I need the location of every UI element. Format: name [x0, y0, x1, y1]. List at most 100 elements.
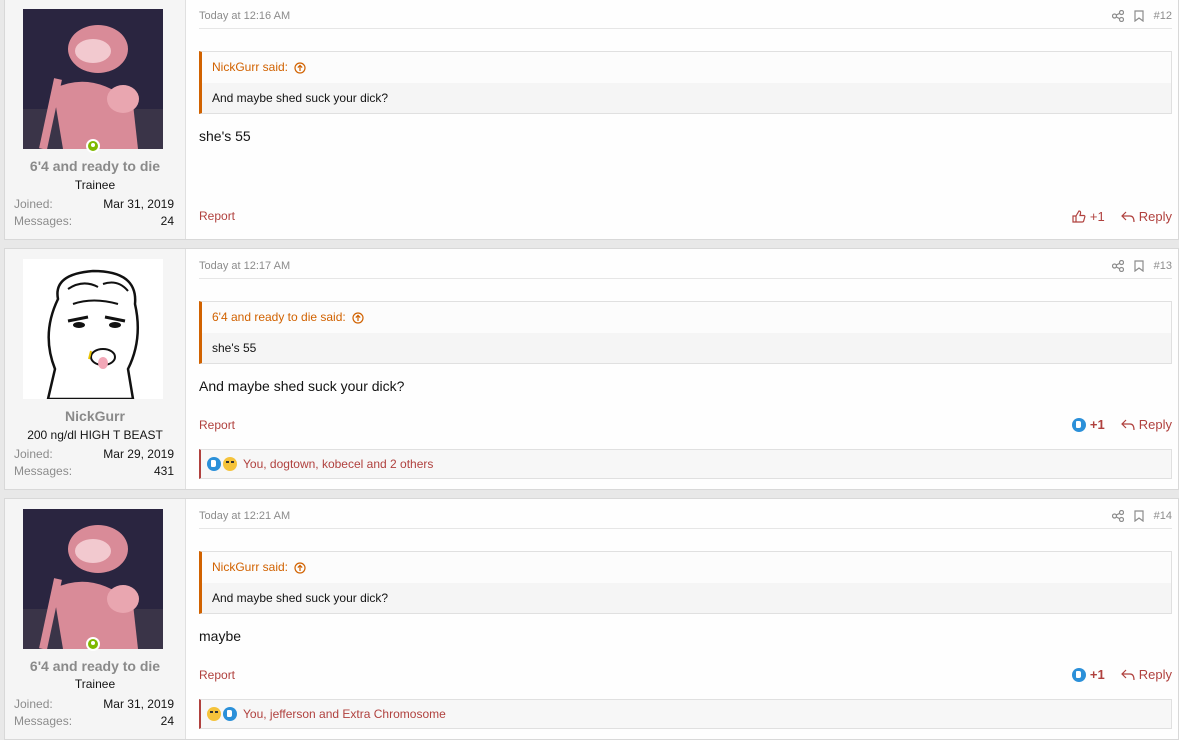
quote-header[interactable]: 6'4 and ready to die said:	[202, 302, 1171, 333]
like-label: +1	[1089, 417, 1105, 432]
report-link[interactable]: Report	[199, 418, 235, 432]
bookmark-icon[interactable]	[1134, 10, 1144, 22]
share-icon[interactable]	[1111, 260, 1124, 272]
username[interactable]: 6'4 and ready to die	[5, 158, 185, 174]
username[interactable]: 6'4 and ready to die	[5, 658, 185, 674]
reactions-bar[interactable]: You, jefferson and Extra Chromosome	[199, 699, 1172, 729]
user-cell: NickGurr 200 ng/dl HIGH T BEAST Joined: M…	[5, 249, 186, 489]
messages-count: 24	[160, 214, 174, 228]
reply-label: Reply	[1138, 417, 1172, 432]
like-reaction-icon	[207, 457, 221, 471]
quote-text: she's 55	[202, 333, 1171, 363]
post-text: maybe	[199, 628, 242, 644]
reply-label: Reply	[1138, 667, 1172, 682]
reply-icon	[1120, 669, 1135, 680]
quote-text: And maybe shed suck your dick?	[202, 83, 1171, 113]
user-title: Trainee	[74, 677, 116, 691]
avatar[interactable]	[23, 259, 163, 399]
post-text: she's 55	[199, 128, 251, 144]
post-number[interactable]: #12	[1154, 10, 1172, 22]
quote-author[interactable]: NickGurr said:	[212, 52, 288, 83]
reply-button[interactable]: Reply	[1120, 417, 1172, 432]
post-number[interactable]: #14	[1154, 510, 1172, 522]
post-meta: Today at 12:21 AM #14	[199, 510, 1172, 529]
joined-date: Mar 31, 2019	[103, 197, 174, 211]
avatar[interactable]	[23, 509, 163, 649]
like-label: +1	[1089, 209, 1105, 224]
messages-count: 24	[160, 714, 174, 728]
reactions-text[interactable]: You, jefferson and Extra Chromosome	[243, 707, 446, 721]
like-button[interactable]: +1	[1071, 667, 1105, 682]
share-icon[interactable]	[1111, 10, 1124, 22]
user-title: 200 ng/dl HIGH T BEAST	[27, 428, 163, 442]
reply-icon	[1120, 419, 1135, 430]
post-13: NickGurr 200 ng/dl HIGH T BEAST Joined: M…	[4, 248, 1179, 490]
post-main: Today at 12:17 AM #13 6'4 and ready to d…	[199, 249, 1172, 489]
post-time[interactable]: Today at 12:17 AM	[199, 260, 290, 272]
quote-header[interactable]: NickGurr said:	[202, 552, 1171, 583]
like-reaction-icon	[1071, 417, 1086, 432]
haha-reaction-icon	[223, 457, 237, 471]
reply-button[interactable]: Reply	[1120, 209, 1172, 224]
like-label: +1	[1089, 667, 1105, 682]
messages-label: Messages:	[14, 714, 73, 728]
arrow-up-circle-icon[interactable]	[294, 561, 306, 574]
joined-date: Mar 29, 2019	[103, 447, 174, 461]
post-actions: +1 Reply	[1071, 667, 1172, 682]
reply-icon	[1120, 211, 1135, 222]
post-time[interactable]: Today at 12:21 AM	[199, 510, 290, 522]
bookmark-icon[interactable]	[1134, 260, 1144, 272]
thumbs-up-icon	[1072, 210, 1086, 223]
username[interactable]: NickGurr	[5, 408, 185, 424]
user-cell: 6'4 and ready to die Trainee Joined: Mar …	[5, 499, 186, 739]
report-link[interactable]: Report	[199, 209, 235, 223]
quote-author[interactable]: 6'4 and ready to die said:	[212, 302, 346, 333]
messages-label: Messages:	[14, 214, 73, 228]
reactions-bar[interactable]: You, dogtown, kobecel and 2 others	[199, 449, 1172, 479]
messages-label: Messages:	[14, 464, 73, 478]
post-number[interactable]: #13	[1154, 260, 1172, 272]
like-reaction-icon	[1071, 667, 1086, 682]
quote-block: 6'4 and ready to die said: she's 55	[199, 301, 1172, 364]
user-title: Trainee	[74, 178, 116, 192]
post-time[interactable]: Today at 12:16 AM	[199, 10, 290, 22]
like-reaction-icon	[223, 707, 237, 721]
avatar[interactable]	[23, 9, 163, 149]
joined-label: Joined:	[14, 197, 53, 211]
online-indicator-icon	[86, 637, 100, 651]
bookmark-icon[interactable]	[1134, 510, 1144, 522]
reply-button[interactable]: Reply	[1120, 667, 1172, 682]
arrow-up-circle-icon[interactable]	[352, 311, 364, 324]
quote-block: NickGurr said: And maybe shed suck your …	[199, 51, 1172, 114]
quote-text: And maybe shed suck your dick?	[202, 583, 1171, 613]
post-meta: Today at 12:17 AM #13	[199, 260, 1172, 279]
joined-row: Joined: Mar 31, 2019	[14, 697, 174, 711]
like-button[interactable]: +1	[1072, 209, 1105, 224]
post-actions: +1 Reply	[1072, 209, 1172, 224]
online-indicator-icon	[86, 139, 100, 153]
messages-row: Messages: 431	[14, 464, 174, 478]
quote-block: NickGurr said: And maybe shed suck your …	[199, 551, 1172, 614]
post-14: 6'4 and ready to die Trainee Joined: Mar …	[4, 498, 1179, 740]
post-actions: +1 Reply	[1071, 417, 1172, 432]
reply-label: Reply	[1138, 209, 1172, 224]
joined-label: Joined:	[14, 447, 53, 461]
arrow-up-circle-icon[interactable]	[294, 61, 306, 74]
quote-header[interactable]: NickGurr said:	[202, 52, 1171, 83]
post-meta: Today at 12:16 AM #12	[199, 10, 1172, 29]
share-icon[interactable]	[1111, 510, 1124, 522]
joined-row: Joined: Mar 29, 2019	[14, 447, 174, 461]
report-link[interactable]: Report	[199, 668, 235, 682]
user-cell: 6'4 and ready to die Trainee Joined: Mar …	[5, 0, 186, 239]
messages-count: 431	[153, 464, 174, 478]
messages-row: Messages: 24	[14, 214, 174, 228]
like-button[interactable]: +1	[1071, 417, 1105, 432]
joined-row: Joined: Mar 31, 2019	[14, 197, 174, 211]
post-text: And maybe shed suck your dick?	[199, 378, 405, 394]
joined-label: Joined:	[14, 697, 53, 711]
post-main: Today at 12:16 AM #12 NickGurr said: And…	[199, 0, 1172, 239]
post-main: Today at 12:21 AM #14 NickGurr said: And…	[199, 499, 1172, 739]
reactions-text[interactable]: You, dogtown, kobecel and 2 others	[243, 457, 433, 471]
haha-reaction-icon	[207, 707, 221, 721]
quote-author[interactable]: NickGurr said:	[212, 552, 288, 583]
